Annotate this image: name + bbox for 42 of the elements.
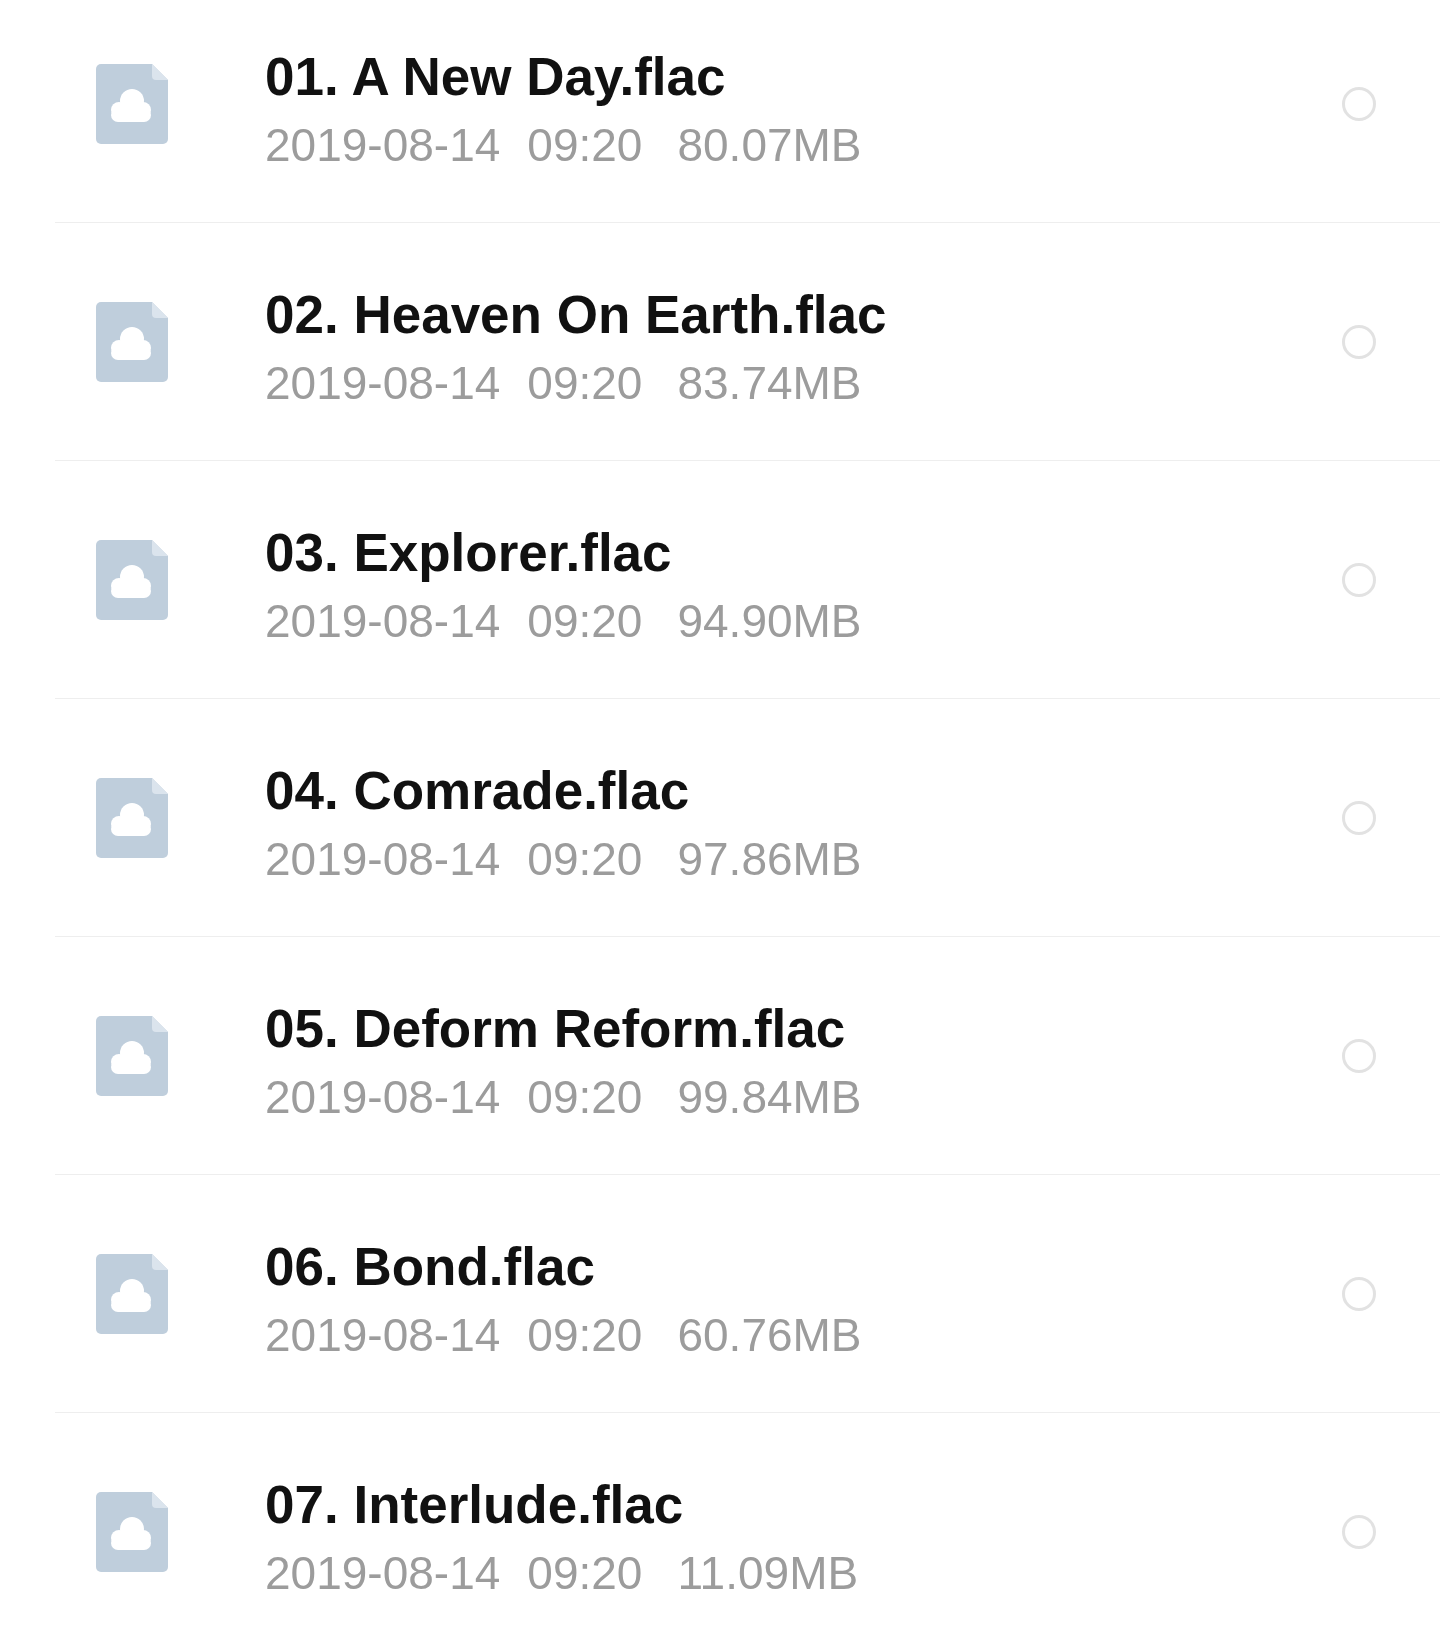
file-name: 07. Interlude.flac [265, 1474, 685, 1536]
cloud-file-icon [96, 777, 168, 858]
file-name: 01. A New Day.flac [265, 46, 727, 108]
file-date: 2019-08-14 [265, 1308, 501, 1363]
select-radio[interactable] [1342, 1276, 1376, 1311]
cloud-file-icon [96, 1015, 168, 1096]
file-size: 11.09MB [677, 1546, 859, 1601]
cloud-file-icon [96, 1253, 168, 1334]
file-size: 99.84MB [677, 1070, 862, 1125]
file-time: 09:20 [527, 356, 643, 411]
file-time: 09:20 [527, 594, 643, 649]
file-size: 83.74MB [677, 356, 862, 411]
file-size: 80.07MB [677, 118, 862, 173]
select-radio[interactable] [1342, 1038, 1376, 1073]
file-name: 06. Bond.flac [265, 1236, 596, 1298]
select-radio[interactable] [1342, 1514, 1376, 1549]
file-date: 2019-08-14 [265, 1546, 501, 1601]
file-size: 97.86MB [677, 832, 862, 887]
cloud-file-icon [96, 301, 168, 382]
file-date: 2019-08-14 [265, 594, 501, 649]
file-date: 2019-08-14 [265, 118, 501, 173]
file-time: 09:20 [527, 1308, 643, 1363]
select-radio[interactable] [1342, 562, 1376, 597]
file-time: 09:20 [527, 832, 643, 887]
file-size: 94.90MB [677, 594, 862, 649]
select-radio[interactable] [1342, 86, 1376, 121]
file-time: 09:20 [527, 118, 643, 173]
cloud-file-icon [96, 63, 168, 144]
file-date: 2019-08-14 [265, 1070, 501, 1125]
file-name: 02. Heaven On Earth.flac [265, 284, 888, 346]
file-size: 60.76MB [677, 1308, 862, 1363]
file-time: 09:20 [527, 1070, 643, 1125]
select-radio[interactable] [1342, 800, 1376, 835]
cloud-file-icon [96, 539, 168, 620]
file-date: 2019-08-14 [265, 356, 501, 411]
select-radio[interactable] [1342, 324, 1376, 359]
file-name: 04. Comrade.flac [265, 760, 691, 822]
file-date: 2019-08-14 [265, 832, 501, 887]
cloud-file-icon [96, 1491, 168, 1572]
file-time: 09:20 [527, 1546, 643, 1601]
file-name: 03. Explorer.flac [265, 522, 673, 584]
file-name: 05. Deform Reform.flac [265, 998, 847, 1060]
